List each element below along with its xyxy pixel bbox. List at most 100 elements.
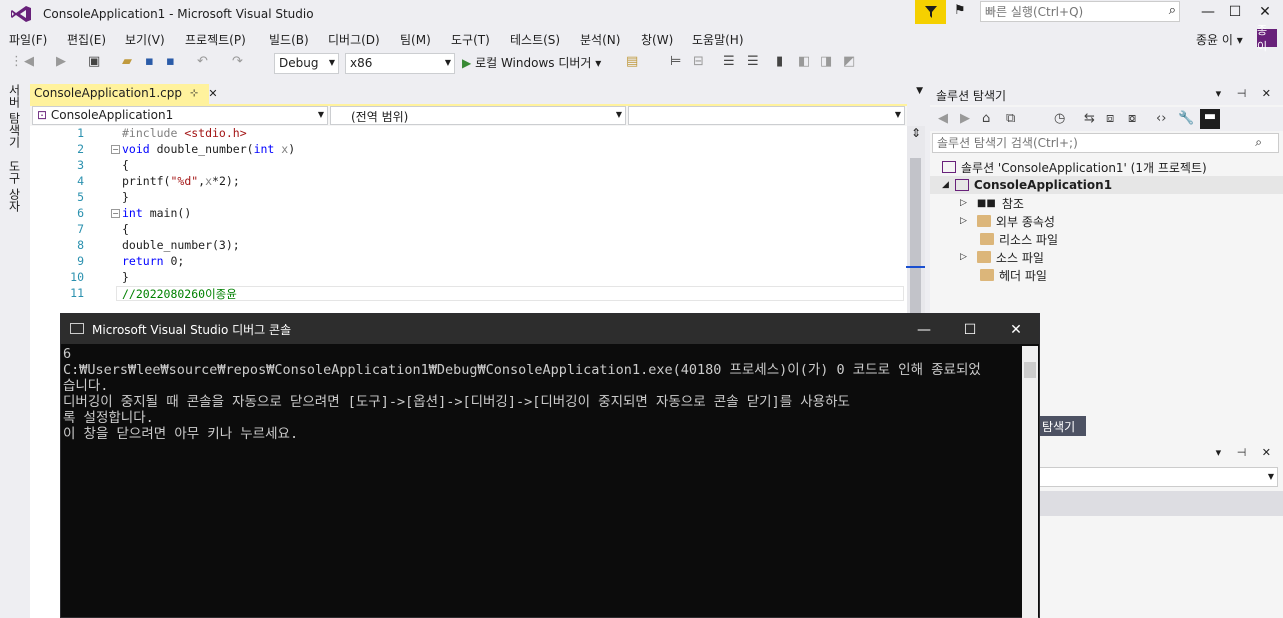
console-close-button[interactable]: ✕ (993, 319, 1039, 341)
back-icon[interactable]: ◀ (24, 54, 34, 69)
search-icon[interactable]: ⌕ (1169, 3, 1176, 18)
tab-consoleapplication1-cpp[interactable]: ConsoleApplication1.cpp ⊹ ✕ (30, 84, 218, 104)
home-icon[interactable]: ⌂ (982, 111, 990, 126)
play-icon: ▶ (462, 56, 472, 70)
menu-view[interactable]: 보기(V) (125, 31, 165, 48)
quick-launch-box[interactable]: ⌕ (980, 1, 1180, 22)
collapsed-arrow-icon[interactable]: ▷ (960, 252, 967, 262)
indent-icon[interactable]: ☰ (723, 54, 735, 69)
solution-search-box[interactable]: ⌕ (932, 133, 1279, 153)
toolbar-grip-icon: ⋮ (10, 54, 23, 69)
avatar[interactable]: 종이 (1257, 24, 1277, 53)
platform-value: x86 (350, 56, 373, 70)
pin-icon[interactable]: ⊹ (190, 88, 198, 99)
project-combo[interactable]: ⊡ ConsoleApplication1 ▼ (32, 106, 328, 125)
tree-item-external-deps[interactable]: ▷ 외부 종속성 (960, 212, 1055, 230)
chevron-down-icon: ▼ (1267, 472, 1274, 481)
preview-selected-icon[interactable]: ▬ (1200, 109, 1220, 129)
collapse-icon[interactable]: − (111, 209, 120, 218)
collapsed-arrow-icon[interactable]: ▷ (960, 198, 967, 208)
tree-item-resource-files[interactable]: 리소스 파일 (980, 230, 1058, 248)
sync-views-icon[interactable]: ⧉ (1006, 111, 1015, 126)
open-folder-icon[interactable]: ▰ (122, 54, 132, 69)
tree-item-references[interactable]: ▷ ■■ 참조 (960, 194, 1024, 212)
bookmark-clear-icon[interactable]: ◩ (843, 54, 855, 69)
refresh-icon[interactable]: ⇆ (1084, 111, 1095, 126)
redo-icon[interactable]: ↷ (232, 54, 243, 69)
properties-object-combo[interactable]: ▼ (1036, 467, 1278, 487)
notification-filter-button[interactable] (915, 0, 946, 24)
collapse-all-icon[interactable]: ⧈ (1106, 111, 1114, 126)
collapse-icon[interactable]: − (111, 145, 120, 154)
solution-search-input[interactable] (933, 134, 1233, 152)
quick-launch-input[interactable] (981, 2, 1151, 21)
menu-window[interactable]: 창(W) (641, 31, 673, 48)
bookmark-icon[interactable]: ▮ (776, 54, 783, 69)
solution-explorer-header: 솔루션 탐색기 ▾ ⊣ ✕ (930, 84, 1283, 105)
menu-file[interactable]: 파일(F) (9, 31, 47, 48)
close-icon[interactable]: ✕ (208, 87, 217, 100)
menu-project[interactable]: 프로젝트(P) (185, 31, 246, 48)
menu-analyze[interactable]: 분석(N) (580, 31, 620, 48)
code-line-8: double_number(3); (122, 238, 240, 252)
tree-item-project[interactable]: ◢ ConsoleApplication1 (930, 176, 1283, 194)
start-debugging-button[interactable]: ▶ 로컬 Windows 디버거 ▾ (462, 54, 601, 71)
solution-explorer-toolbar: ◀ ▶ ⌂ ⧉ ◷ ⇆ ⧈ ⧇ ‹› 🔧 ▬ (930, 107, 1283, 131)
panel-window-buttons[interactable]: ▾ ⊣ ✕ (1216, 87, 1277, 100)
debug-console-window[interactable]: Microsoft Visual Studio 디버그 콘솔 — ☐ ✕ 6 C… (60, 313, 1040, 618)
menu-help[interactable]: 도움말(H) (692, 31, 744, 48)
save-all-icon[interactable]: ▪ (166, 54, 175, 69)
bookmark-prev-icon[interactable]: ◧ (798, 54, 810, 69)
menu-debug[interactable]: 디버그(D) (328, 31, 380, 48)
outdent-icon[interactable]: ☰ (747, 54, 759, 69)
pending-changes-icon[interactable]: ◷ (1054, 111, 1065, 126)
code-param: x (274, 142, 289, 156)
menu-test[interactable]: 테스트(S) (510, 31, 560, 48)
tree-item-solution[interactable]: 솔루션 'ConsoleApplication1' (1개 프로젝트) (942, 158, 1207, 176)
scope-combo[interactable]: (전역 범위) ▼ (330, 106, 626, 125)
new-project-icon[interactable]: ▣ (88, 54, 100, 69)
properties-wrench-icon[interactable]: 🔧 (1178, 111, 1194, 126)
config-combo[interactable]: Debug ▼ (274, 53, 339, 74)
console-minimize-button[interactable]: — (901, 319, 947, 341)
tree-item-header-files[interactable]: 헤더 파일 (980, 266, 1047, 284)
search-icon[interactable]: ⌕ (1255, 135, 1262, 150)
tree-item-source-files[interactable]: ▷ 소스 파일 (960, 248, 1044, 266)
undo-icon[interactable]: ↶ (197, 54, 208, 69)
panel-window-buttons[interactable]: ▾ ⊣ ✕ (1216, 446, 1277, 459)
expanded-arrow-icon[interactable]: ◢ (942, 180, 949, 190)
platform-combo[interactable]: x86 ▼ (345, 53, 455, 74)
menu-edit[interactable]: 편집(E) (67, 31, 106, 48)
split-window-icon[interactable]: ⇕ (907, 126, 925, 142)
tree-item-label: 외부 종속성 (995, 214, 1055, 229)
menu-tools[interactable]: 도구(T) (451, 31, 490, 48)
solution-config-icon[interactable]: ▤ (626, 54, 638, 69)
bookmark-next-icon[interactable]: ◨ (820, 54, 832, 69)
menu-team[interactable]: 팀(M) (400, 31, 431, 48)
code-line-10: } (122, 270, 129, 284)
back-icon[interactable]: ◀ (938, 111, 948, 126)
tabs-dropdown-icon[interactable]: ▼ (916, 86, 923, 96)
toolbox-tab[interactable]: 도구 상자 (6, 160, 23, 212)
save-icon[interactable]: ▪ (145, 54, 154, 69)
account-name[interactable]: 종윤 이 ▾ (1196, 31, 1243, 48)
tab-label: ConsoleApplication1.cpp (34, 86, 182, 100)
show-all-files-icon[interactable]: ⧇ (1128, 111, 1136, 126)
step-icon[interactable]: ⊨ (670, 54, 681, 69)
server-explorer-tab[interactable]: 서버 탐색기 (6, 84, 23, 148)
member-combo[interactable]: ▼ (628, 106, 905, 125)
console-scrollbar[interactable] (1022, 346, 1038, 618)
funnel-icon (924, 6, 937, 18)
feedback-icon[interactable]: ⚑ (954, 3, 974, 21)
view-code-icon[interactable]: ‹› (1156, 111, 1166, 126)
close-button[interactable]: ✕ (1242, 0, 1283, 24)
console-scrollbar-thumb[interactable] (1024, 362, 1036, 378)
line-number: 7 (77, 222, 84, 236)
forward-icon[interactable]: ▶ (960, 111, 970, 126)
step-over-icon[interactable]: ⊟ (693, 54, 704, 69)
tab-solution-explorer[interactable]: 탐색기 (1036, 416, 1086, 436)
collapsed-arrow-icon[interactable]: ▷ (960, 216, 967, 226)
console-maximize-button[interactable]: ☐ (947, 319, 993, 341)
forward-icon[interactable]: ▶ (56, 54, 66, 69)
menu-build[interactable]: 빌드(B) (269, 31, 309, 48)
